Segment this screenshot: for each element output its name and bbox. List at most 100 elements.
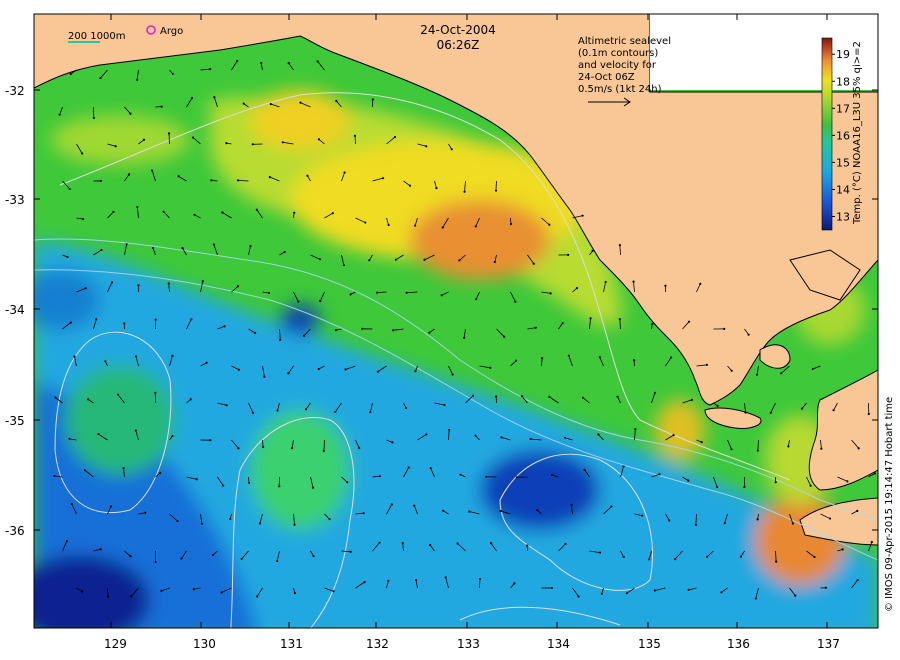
velocity-arrow-head [353, 134, 357, 137]
altimetry-line: and velocity for [578, 60, 657, 71]
velocity-arrow-head [221, 211, 224, 214]
velocity-arrow-head [450, 148, 453, 151]
velocity-arrow-head [846, 480, 849, 483]
velocity-arrow-head [401, 541, 404, 545]
velocity-arrow-head [747, 333, 750, 336]
velocity-arrow-head [171, 354, 174, 357]
velocity-arrow-head [489, 542, 493, 545]
velocity-arrow-head [237, 368, 241, 371]
velocity-arrow-head [444, 576, 447, 579]
velocity-arrow-head [791, 522, 794, 525]
velocity-arrow-head [362, 512, 365, 515]
velocity-arrow-head [97, 433, 100, 436]
velocity-arrow-head [69, 72, 72, 76]
velocity-arrow-head [279, 338, 282, 341]
velocity-arrow-head [548, 223, 551, 226]
velocity-arrow-head [618, 244, 621, 247]
velocity-arrow-head [100, 248, 103, 252]
x-tick-label: 135 [638, 637, 661, 651]
x-tick-label: 130 [193, 637, 216, 651]
velocity-arrow-head [254, 331, 257, 335]
velocity-arrow-head [583, 468, 586, 471]
plot-area [34, 14, 878, 628]
velocity-arrow-head [489, 366, 492, 369]
velocity-arrow-head [83, 469, 86, 472]
velocity-arrow-head [597, 433, 600, 436]
velocity-arrow-head [318, 258, 322, 261]
velocity-arrow-head [435, 186, 438, 190]
velocity-arrow-head [95, 318, 98, 321]
velocity-arrow-head [129, 555, 132, 558]
velocity-arrow-head [414, 224, 417, 227]
altimetry-line: (0.1m contours) [578, 48, 658, 59]
velocity-arrow-head [322, 449, 325, 453]
velocity-arrow-head [787, 445, 790, 448]
map-date: 24-Oct-2004 [420, 23, 496, 37]
velocity-arrow-head [509, 222, 513, 226]
velocity-arrow-head [658, 473, 661, 476]
velocity-arrow-head [171, 434, 174, 438]
velocity-arrow-head [687, 479, 690, 482]
x-tick-label: 131 [280, 637, 303, 651]
velocity-arrow-head [293, 592, 296, 595]
velocity-arrow-head [739, 555, 743, 558]
velocity-arrow-head [276, 559, 279, 563]
velocity-arrow-head [316, 60, 319, 63]
velocity-arrow-head [567, 253, 570, 257]
velocity-arrow-head [515, 476, 518, 479]
velocity-arrow-head [404, 406, 408, 410]
velocity-arrow-head [378, 541, 381, 544]
velocity-arrow-head [302, 334, 306, 337]
velocity-arrow-head [378, 475, 382, 478]
colorbar-tick-label: 18 [836, 75, 850, 88]
velocity-arrow-head [328, 518, 331, 521]
velocity-arrow-head [190, 97, 194, 100]
velocity-arrow-head [813, 555, 816, 559]
velocity-arrow-head [474, 434, 477, 437]
velocity-arrow-head [213, 96, 216, 99]
velocity-arrow-head [463, 190, 466, 193]
velocity-arrow-head [116, 393, 120, 396]
velocity-arrow-head [622, 465, 625, 468]
velocity-arrow-head [387, 579, 390, 583]
velocity-arrow-head [134, 355, 138, 358]
velocity-arrow-head [193, 213, 196, 216]
velocity-arrow-head [459, 473, 462, 476]
velocity-arrow-head [634, 428, 637, 431]
velocity-arrow-head [549, 292, 552, 295]
velocity-arrow-head [575, 287, 579, 290]
velocity-arrow-head [154, 560, 157, 564]
velocity-arrow-head [856, 509, 859, 512]
velocity-arrow-head [809, 484, 812, 487]
velocity-arrow-head [104, 360, 107, 363]
velocity-arrow-head [256, 595, 259, 598]
velocity-arrow-head [375, 291, 379, 294]
velocity-arrow-head [690, 398, 693, 401]
velocity-arrow-head [205, 361, 208, 364]
x-tick-label: 137 [817, 637, 840, 651]
velocity-arrow-head [622, 555, 625, 559]
velocity-arrow-head [211, 553, 215, 557]
velocity-arrow-head [109, 505, 113, 508]
velocity-arrow-head [222, 484, 225, 487]
velocity-arrow-head [371, 98, 374, 101]
velocity-arrow-head [106, 595, 110, 598]
velocity-arrow-head [335, 99, 338, 103]
velocity-arrow-head [800, 407, 804, 410]
velocity-arrow-head [500, 436, 503, 439]
velocity-arrow-head [171, 72, 174, 75]
velocity-arrow-head [589, 317, 592, 320]
velocity-arrow-head [332, 590, 335, 593]
velocity-arrow-head [873, 472, 877, 475]
velocity-arrow-head [287, 62, 290, 65]
velocity-arrow-head [520, 395, 524, 398]
velocity-arrow-head [591, 249, 594, 252]
velocity-arrow-head [474, 225, 477, 228]
velocity-arrow-head [258, 522, 262, 525]
velocity-arrow-head [331, 212, 334, 215]
velocity-arrow-head [769, 411, 772, 414]
colorbar-tick-label: 16 [836, 129, 850, 142]
velocity-arrow-head [428, 331, 431, 334]
velocity-arrow-head [699, 282, 702, 285]
velocity-arrow-head [151, 246, 155, 250]
